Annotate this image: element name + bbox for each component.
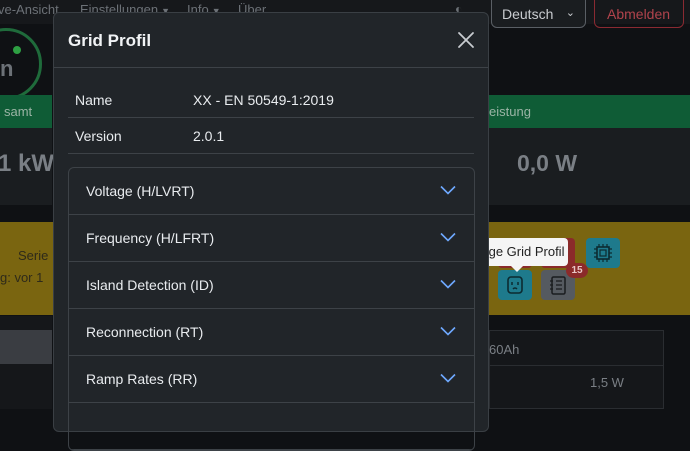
yield-card-header: samt bbox=[0, 95, 52, 128]
grid-profile-modal: Grid Profil Name XX - EN 50549-1:2019 Ve… bbox=[53, 12, 489, 451]
inverter-update-label: g: vor 1 bbox=[0, 270, 44, 285]
battery-power: 1,5 W bbox=[590, 375, 624, 390]
close-button[interactable] bbox=[456, 30, 476, 50]
status-char: n bbox=[0, 56, 14, 81]
info-key: Name bbox=[75, 92, 113, 108]
event-count-badge: 15 bbox=[566, 263, 588, 278]
accordion-frequency[interactable]: Frequency (H/LFRT) bbox=[69, 215, 474, 262]
profile-info-table: Name XX - EN 50549-1:2019 Version 2.0.1 bbox=[68, 82, 474, 154]
info-row-version: Version 2.0.1 bbox=[68, 118, 474, 154]
info-key: Version bbox=[75, 128, 122, 144]
close-icon bbox=[458, 32, 474, 48]
status-dot bbox=[13, 46, 21, 54]
logout-button[interactable]: Abmelden bbox=[594, 0, 684, 28]
accordion-voltage[interactable]: Voltage (H/LVRT) bbox=[69, 168, 474, 215]
accordion-next[interactable] bbox=[69, 403, 474, 450]
battery-divider bbox=[489, 365, 664, 366]
accordion-label: Reconnection (RT) bbox=[86, 324, 204, 340]
power-card-header: eistung bbox=[489, 95, 690, 128]
profile-accordion: Voltage (H/LVRT) Frequency (H/LFRT) Isla… bbox=[68, 167, 475, 451]
accordion-reconnection[interactable]: Reconnection (RT) bbox=[69, 309, 474, 356]
chevron-down-icon bbox=[440, 373, 456, 383]
info-value: XX - EN 50549-1:2019 bbox=[193, 92, 334, 108]
accordion-ramp-rates[interactable]: Ramp Rates (RR) bbox=[69, 356, 474, 403]
power-card-value: 0,0 W bbox=[517, 150, 578, 176]
grid-profile-button[interactable] bbox=[498, 270, 532, 300]
accordion-label: Voltage (H/LVRT) bbox=[86, 183, 195, 199]
modal-title: Grid Profil bbox=[68, 31, 152, 50]
accordion-label: Frequency (H/LFRT) bbox=[86, 230, 215, 246]
accordion-label: Ramp Rates (RR) bbox=[86, 371, 198, 387]
language-select-value: Deutsch bbox=[502, 6, 554, 22]
inverter-serial-label: Serie bbox=[18, 248, 49, 263]
cpu-icon bbox=[594, 244, 612, 262]
outlet-icon bbox=[507, 276, 523, 294]
nav-live-view[interactable]: ve-Ansicht bbox=[0, 2, 59, 17]
power-card-title: eistung bbox=[489, 104, 531, 119]
device-info-button[interactable] bbox=[586, 238, 620, 268]
chevron-down-icon bbox=[440, 326, 456, 336]
chevron-down-icon: ⌄ bbox=[565, 7, 575, 19]
language-select[interactable]: Deutsch ⌄ bbox=[491, 0, 586, 28]
chevron-down-icon bbox=[440, 185, 456, 195]
yield-card-title: samt bbox=[4, 104, 33, 119]
modal-header: Grid Profil bbox=[54, 13, 488, 68]
chevron-down-icon bbox=[440, 279, 456, 289]
info-value: 2.0.1 bbox=[193, 128, 225, 144]
chevron-down-icon bbox=[440, 232, 456, 242]
info-row-name: Name XX - EN 50549-1:2019 bbox=[68, 82, 474, 118]
lower-left-header bbox=[0, 330, 52, 364]
accordion-label: Island Detection (ID) bbox=[86, 277, 214, 293]
accordion-island-detection[interactable]: Island Detection (ID) bbox=[69, 262, 474, 309]
battery-capacity: 60Ah bbox=[489, 342, 520, 357]
